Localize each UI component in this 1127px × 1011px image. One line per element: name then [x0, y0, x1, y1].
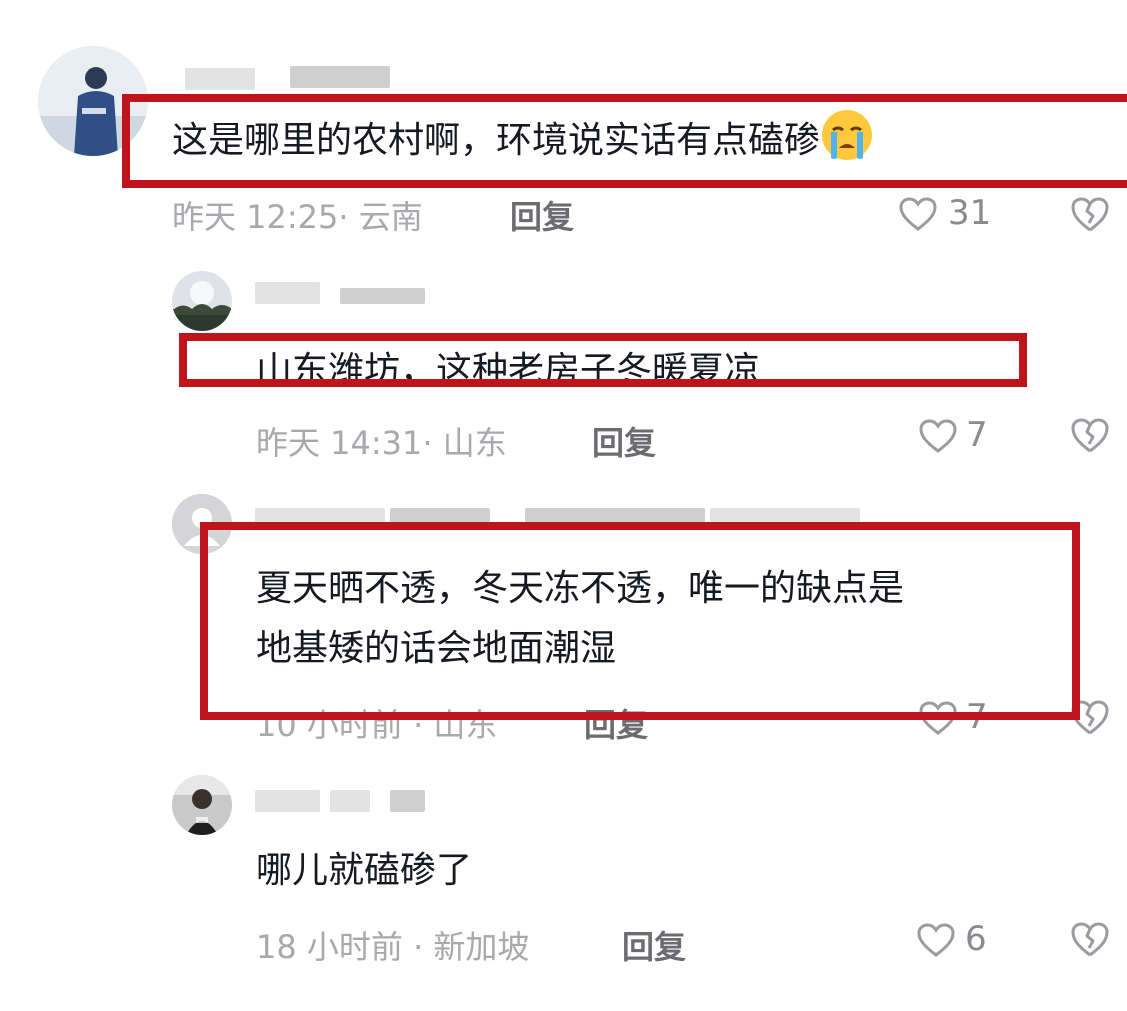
comment-meta: 10 小时前 · 山东 [256, 706, 498, 744]
like-count: 7 [966, 697, 988, 737]
comment-meta: 昨天 12:25· 云南 [172, 198, 423, 236]
username-redacted [185, 68, 255, 90]
like-count: 31 [948, 193, 992, 233]
avatar-image [172, 271, 232, 331]
broken-heart-icon[interactable] [1070, 698, 1110, 736]
comment-meta: 昨天 14:31· 山东 [256, 424, 507, 462]
reply-button[interactable]: 回复 [584, 700, 648, 746]
heart-icon[interactable] [898, 196, 938, 232]
reply-button[interactable]: 回复 [510, 192, 574, 238]
comment-meta: 18 小时前 · 新加坡 [256, 928, 530, 966]
like-count: 6 [965, 919, 987, 959]
comment-text: 夏天晒不透，冬天冻不透，唯一的缺点是 [256, 568, 905, 609]
comment-text: 地基矮的话会地面潮湿 [256, 628, 617, 669]
avatar-image [172, 775, 232, 835]
avatar[interactable] [172, 775, 232, 835]
reply-button[interactable]: 回复 [622, 922, 686, 968]
username-redacted [340, 288, 425, 304]
avatar[interactable] [172, 494, 232, 554]
default-avatar-icon [172, 494, 232, 554]
username-redacted [255, 282, 320, 304]
comment-text: 山东潍坊，这种老房子冬暖夏凉 [256, 350, 761, 382]
username-redacted [710, 508, 860, 530]
avatar[interactable] [172, 271, 232, 331]
username-redacted [390, 508, 490, 530]
username-redacted [255, 508, 385, 530]
username-redacted [290, 66, 390, 88]
username-redacted [255, 790, 320, 812]
username-redacted [390, 790, 425, 812]
broken-heart-icon[interactable] [1070, 920, 1110, 958]
reply-button[interactable]: 回复 [592, 418, 656, 464]
heart-icon[interactable] [916, 922, 956, 958]
comment-text: 这是哪里的农村啊，环境说实话有点磕碜 [172, 108, 874, 170]
heart-icon[interactable] [918, 700, 958, 736]
avatar[interactable] [38, 46, 148, 156]
broken-heart-icon[interactable] [1070, 195, 1110, 233]
broken-heart-icon[interactable] [1070, 416, 1110, 454]
comment-text: 哪儿就磕碜了 [256, 850, 473, 891]
avatar-image [38, 46, 148, 156]
loudly-crying-face-icon [822, 110, 873, 160]
heart-icon[interactable] [918, 418, 958, 454]
username-redacted [525, 508, 705, 530]
username-redacted [330, 790, 370, 812]
like-count: 7 [966, 415, 988, 455]
